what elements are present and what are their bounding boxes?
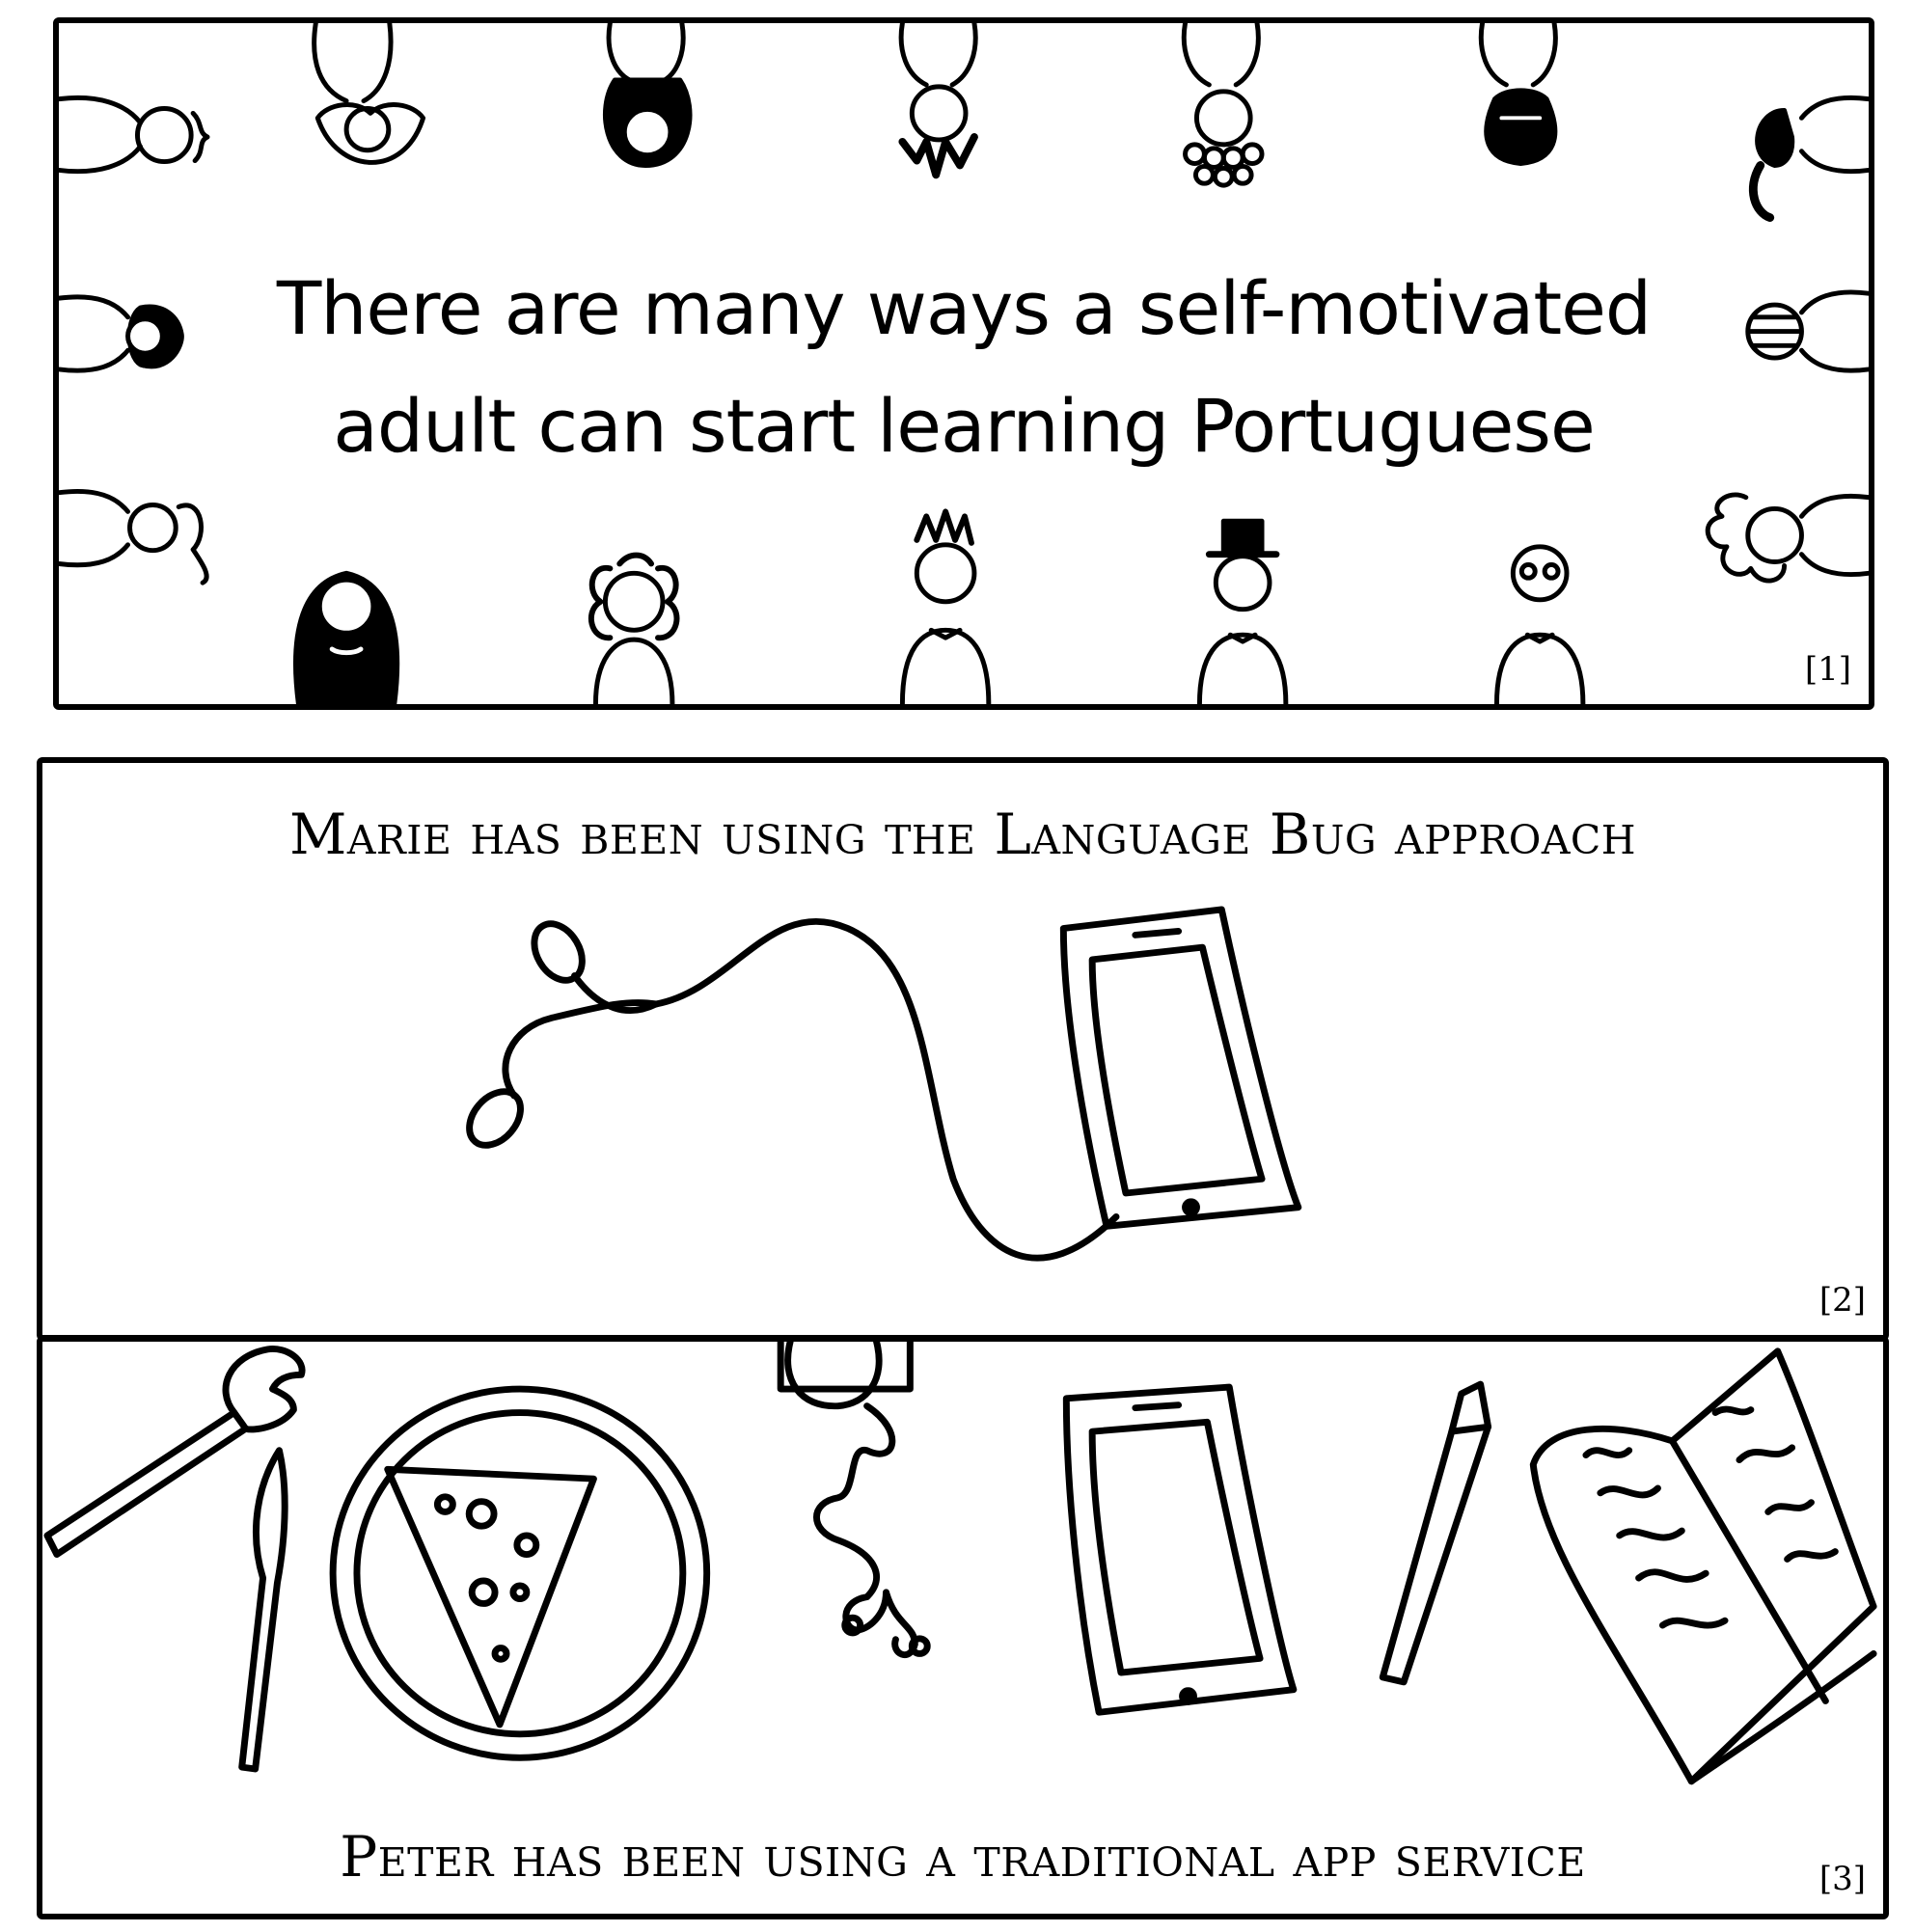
person-right-3 (1705, 492, 1869, 584)
panel-1: There are many ways a self-motivated adu… (53, 17, 1874, 710)
person-left-3 (59, 489, 209, 585)
headline-line-2: adult can start learning Portuguese (333, 383, 1595, 469)
person-bottom-4 (1196, 518, 1289, 704)
person-bottom-2 (588, 552, 680, 704)
person-bottom-5 (1493, 544, 1586, 704)
person-bottom-3 (899, 508, 992, 704)
panel-1-headline: There are many ways a self-motivated adu… (59, 250, 1869, 485)
panel-2-illustration (466, 906, 1302, 1262)
open-book-icon (1529, 1347, 1877, 1785)
panel-1-number: [1] (1804, 650, 1851, 689)
person-top-1 (312, 23, 426, 165)
earphones-icon (777, 1342, 931, 1658)
pencil-icon (1379, 1380, 1492, 1686)
person-left-1 (59, 95, 210, 175)
earphones-icon (466, 918, 1120, 1262)
panel-3-caption: Peter has been using a traditional app s… (340, 1824, 1586, 1890)
person-top-4 (1181, 23, 1265, 188)
knife-icon (238, 1447, 288, 1773)
person-top-2 (602, 23, 693, 168)
person-top-3 (898, 23, 978, 179)
plate-icon (329, 1385, 711, 1761)
panel-3: Peter has been using a traditional app s… (37, 1336, 1889, 1919)
panel-2: Marie has been using the Language Bug ap… (37, 757, 1889, 1341)
headline-line-1: There are many ways a self-motivated (276, 265, 1652, 351)
person-right-1 (1748, 95, 1869, 222)
tablet-icon (1059, 906, 1302, 1230)
panel-2-number: [2] (1818, 1281, 1866, 1320)
person-top-5 (1478, 23, 1558, 166)
panel-3-number: [3] (1818, 1860, 1866, 1898)
pizza-slice-icon (384, 1465, 597, 1728)
fork-icon (43, 1346, 306, 1558)
tablet-icon (1062, 1383, 1298, 1716)
person-bottom-1 (293, 570, 400, 704)
